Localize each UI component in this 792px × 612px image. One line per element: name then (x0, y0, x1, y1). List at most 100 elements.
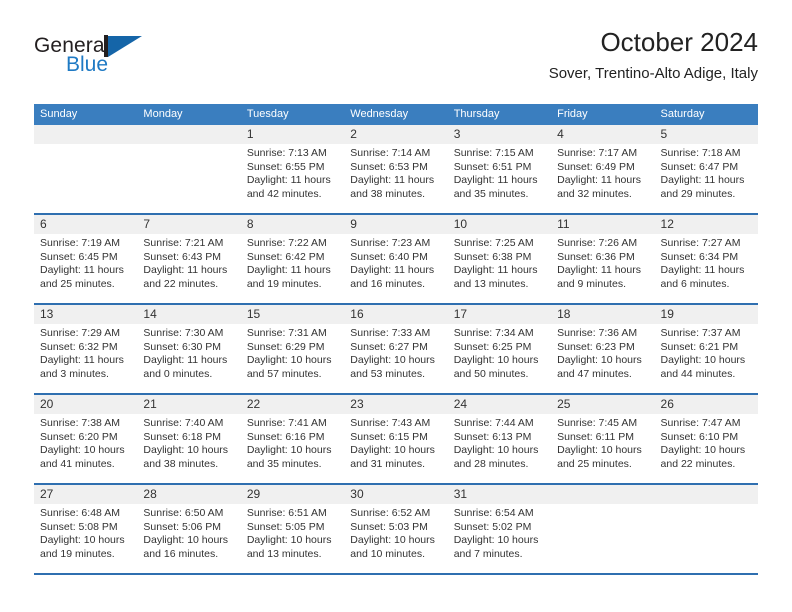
daylight-line-2: and 41 minutes. (40, 457, 115, 470)
sunset-line: Sunset: 6:20 PM (40, 430, 118, 443)
day-cell[interactable]: Sunrise: 7:40 AM Sunset: 6:18 PM Daylight:… (137, 414, 240, 483)
sunset-line: Sunset: 6:40 PM (350, 250, 428, 263)
day-number[interactable]: 22 (241, 395, 344, 414)
day-number[interactable]: 24 (448, 395, 551, 414)
daylight-line-2: and 31 minutes. (350, 457, 425, 470)
day-cell[interactable]: Sunrise: 7:13 AM Sunset: 6:55 PM Daylight:… (241, 144, 344, 213)
day-cell-empty (137, 144, 240, 213)
day-number[interactable]: 15 (241, 305, 344, 324)
day-number[interactable]: 27 (34, 485, 137, 504)
sunset-line: Sunset: 6:47 PM (660, 160, 739, 173)
day-number[interactable]: 11 (551, 215, 654, 234)
daylight-line-2: and 47 minutes. (557, 367, 632, 380)
brand-logo[interactable]: General Blue (34, 34, 234, 90)
day-number[interactable]: 20 (34, 395, 137, 414)
sunrise-line: Sunrise: 6:48 AM (40, 507, 120, 519)
sunrise-line: Sunrise: 7:17 AM (557, 147, 638, 159)
weekday-header-sunday: Sunday (40, 108, 78, 120)
day-number[interactable]: 14 (137, 305, 240, 324)
day-cell[interactable]: Sunrise: 7:18 AM Sunset: 6:47 PM Daylight:… (655, 144, 758, 213)
daylight-line-1: Daylight: 11 hours (350, 264, 435, 277)
day-number[interactable]: 8 (241, 215, 344, 234)
day-cell[interactable]: Sunrise: 7:19 AM Sunset: 6:45 PM Daylight:… (34, 234, 137, 303)
sunrise-line: Sunrise: 7:15 AM (453, 147, 534, 159)
day-number[interactable]: 3 (448, 125, 551, 144)
day-cell[interactable]: Sunrise: 7:43 AM Sunset: 6:15 PM Daylight:… (344, 414, 447, 483)
day-cell[interactable]: Sunrise: 7:33 AM Sunset: 6:27 PM Daylight:… (344, 324, 447, 393)
day-number[interactable]: 29 (241, 485, 344, 504)
day-cell[interactable]: Sunrise: 7:30 AM Sunset: 6:30 PM Daylight:… (137, 324, 240, 393)
day-number[interactable]: 5 (655, 125, 758, 144)
sunrise-line: Sunrise: 7:43 AM (350, 417, 431, 429)
day-cell[interactable]: Sunrise: 7:27 AM Sunset: 6:34 PM Daylight:… (655, 234, 758, 303)
day-cell[interactable]: Sunrise: 7:26 AM Sunset: 6:36 PM Daylight:… (551, 234, 654, 303)
day-number[interactable]: 28 (137, 485, 240, 504)
day-number[interactable]: 18 (551, 305, 654, 324)
day-cell[interactable]: Sunrise: 7:23 AM Sunset: 6:40 PM Daylight:… (344, 234, 447, 303)
daylight-line-2: and 10 minutes. (350, 547, 425, 560)
sunset-line: Sunset: 5:02 PM (453, 520, 532, 533)
day-cell[interactable]: Sunrise: 7:41 AM Sunset: 6:16 PM Daylight:… (241, 414, 344, 483)
day-number[interactable]: 30 (344, 485, 447, 504)
day-number[interactable]: 23 (344, 395, 447, 414)
daylight-line-1: Daylight: 11 hours (40, 354, 124, 367)
daylight-line-1: Daylight: 11 hours (246, 174, 331, 187)
day-cell[interactable]: Sunrise: 7:38 AM Sunset: 6:20 PM Daylight:… (34, 414, 137, 483)
day-cell[interactable]: Sunrise: 7:34 AM Sunset: 6:25 PM Daylight:… (448, 324, 551, 393)
day-cell[interactable]: Sunrise: 7:14 AM Sunset: 6:53 PM Daylight:… (344, 144, 447, 213)
daylight-line-2: and 16 minutes. (143, 547, 219, 560)
sunset-line: Sunset: 5:05 PM (246, 520, 325, 533)
day-cell-empty (34, 144, 137, 213)
day-cell[interactable]: Sunrise: 6:54 AM Sunset: 5:02 PM Daylight:… (448, 504, 551, 573)
day-number[interactable]: 9 (344, 215, 447, 234)
sunrise-line: Sunrise: 7:19 AM (40, 237, 120, 249)
sunrise-line: Sunrise: 7:30 AM (143, 327, 224, 339)
sunrise-line: Sunrise: 6:51 AM (246, 507, 327, 519)
day-number[interactable]: 31 (448, 485, 551, 504)
day-number[interactable]: 17 (448, 305, 551, 324)
weekday-header-saturday: Saturday (660, 108, 705, 120)
sunset-line: Sunset: 6:38 PM (453, 250, 532, 263)
day-cell[interactable]: Sunrise: 6:52 AM Sunset: 5:03 PM Daylight:… (344, 504, 447, 573)
day-cell[interactable]: Sunrise: 7:21 AM Sunset: 6:43 PM Daylight:… (137, 234, 240, 303)
day-cell[interactable]: Sunrise: 6:51 AM Sunset: 5:05 PM Daylight:… (241, 504, 344, 573)
sunset-line: Sunset: 6:42 PM (246, 250, 325, 263)
sunrise-line: Sunrise: 6:54 AM (453, 507, 534, 519)
week-detail-strip: Sunrise: 7:38 AM Sunset: 6:20 PM Daylight:… (34, 414, 758, 483)
calendar-page: General Blue October 2024 Sover, Trentin… (0, 0, 792, 612)
day-number[interactable]: 21 (137, 395, 240, 414)
week-date-strip: 12345 (34, 125, 758, 144)
daylight-line-1: Daylight: 10 hours (557, 444, 642, 457)
day-number[interactable]: 16 (344, 305, 447, 324)
day-cell[interactable]: Sunrise: 7:36 AM Sunset: 6:23 PM Daylight:… (551, 324, 654, 393)
daylight-line-2: and 3 minutes. (40, 367, 109, 380)
page-subtitle: Sover, Trentino-Alto Adige, Italy (548, 65, 758, 82)
day-number[interactable]: 2 (344, 125, 447, 144)
sunrise-line: Sunrise: 7:38 AM (40, 417, 120, 429)
day-cell[interactable]: Sunrise: 7:45 AM Sunset: 6:11 PM Daylight:… (551, 414, 654, 483)
day-cell[interactable]: Sunrise: 7:15 AM Sunset: 6:51 PM Daylight:… (448, 144, 551, 213)
day-number[interactable]: 25 (551, 395, 654, 414)
day-number[interactable]: 12 (655, 215, 758, 234)
daylight-line-1: Daylight: 10 hours (350, 534, 435, 547)
day-number[interactable]: 19 (655, 305, 758, 324)
daylight-line-2: and 57 minutes. (246, 367, 322, 380)
day-number[interactable]: 10 (448, 215, 551, 234)
sunset-line: Sunset: 6:43 PM (143, 250, 222, 263)
day-cell[interactable]: Sunrise: 7:29 AM Sunset: 6:32 PM Daylight:… (34, 324, 137, 393)
day-cell[interactable]: Sunrise: 7:25 AM Sunset: 6:38 PM Daylight:… (448, 234, 551, 303)
day-cell[interactable]: Sunrise: 7:17 AM Sunset: 6:49 PM Daylight:… (551, 144, 654, 213)
day-number[interactable]: 4 (551, 125, 654, 144)
day-cell[interactable]: Sunrise: 7:44 AM Sunset: 6:13 PM Daylight:… (448, 414, 551, 483)
day-number[interactable]: 26 (655, 395, 758, 414)
day-number[interactable]: 7 (137, 215, 240, 234)
day-number[interactable]: 13 (34, 305, 137, 324)
day-cell[interactable]: Sunrise: 7:47 AM Sunset: 6:10 PM Daylight:… (655, 414, 758, 483)
day-cell[interactable]: Sunrise: 6:48 AM Sunset: 5:08 PM Daylight:… (34, 504, 137, 573)
day-cell[interactable]: Sunrise: 7:22 AM Sunset: 6:42 PM Daylight:… (241, 234, 344, 303)
day-cell[interactable]: Sunrise: 6:50 AM Sunset: 5:06 PM Daylight:… (137, 504, 240, 573)
day-number[interactable]: 1 (241, 125, 344, 144)
day-cell[interactable]: Sunrise: 7:37 AM Sunset: 6:21 PM Daylight:… (655, 324, 758, 393)
day-cell[interactable]: Sunrise: 7:31 AM Sunset: 6:29 PM Daylight:… (241, 324, 344, 393)
day-number[interactable]: 6 (34, 215, 137, 234)
